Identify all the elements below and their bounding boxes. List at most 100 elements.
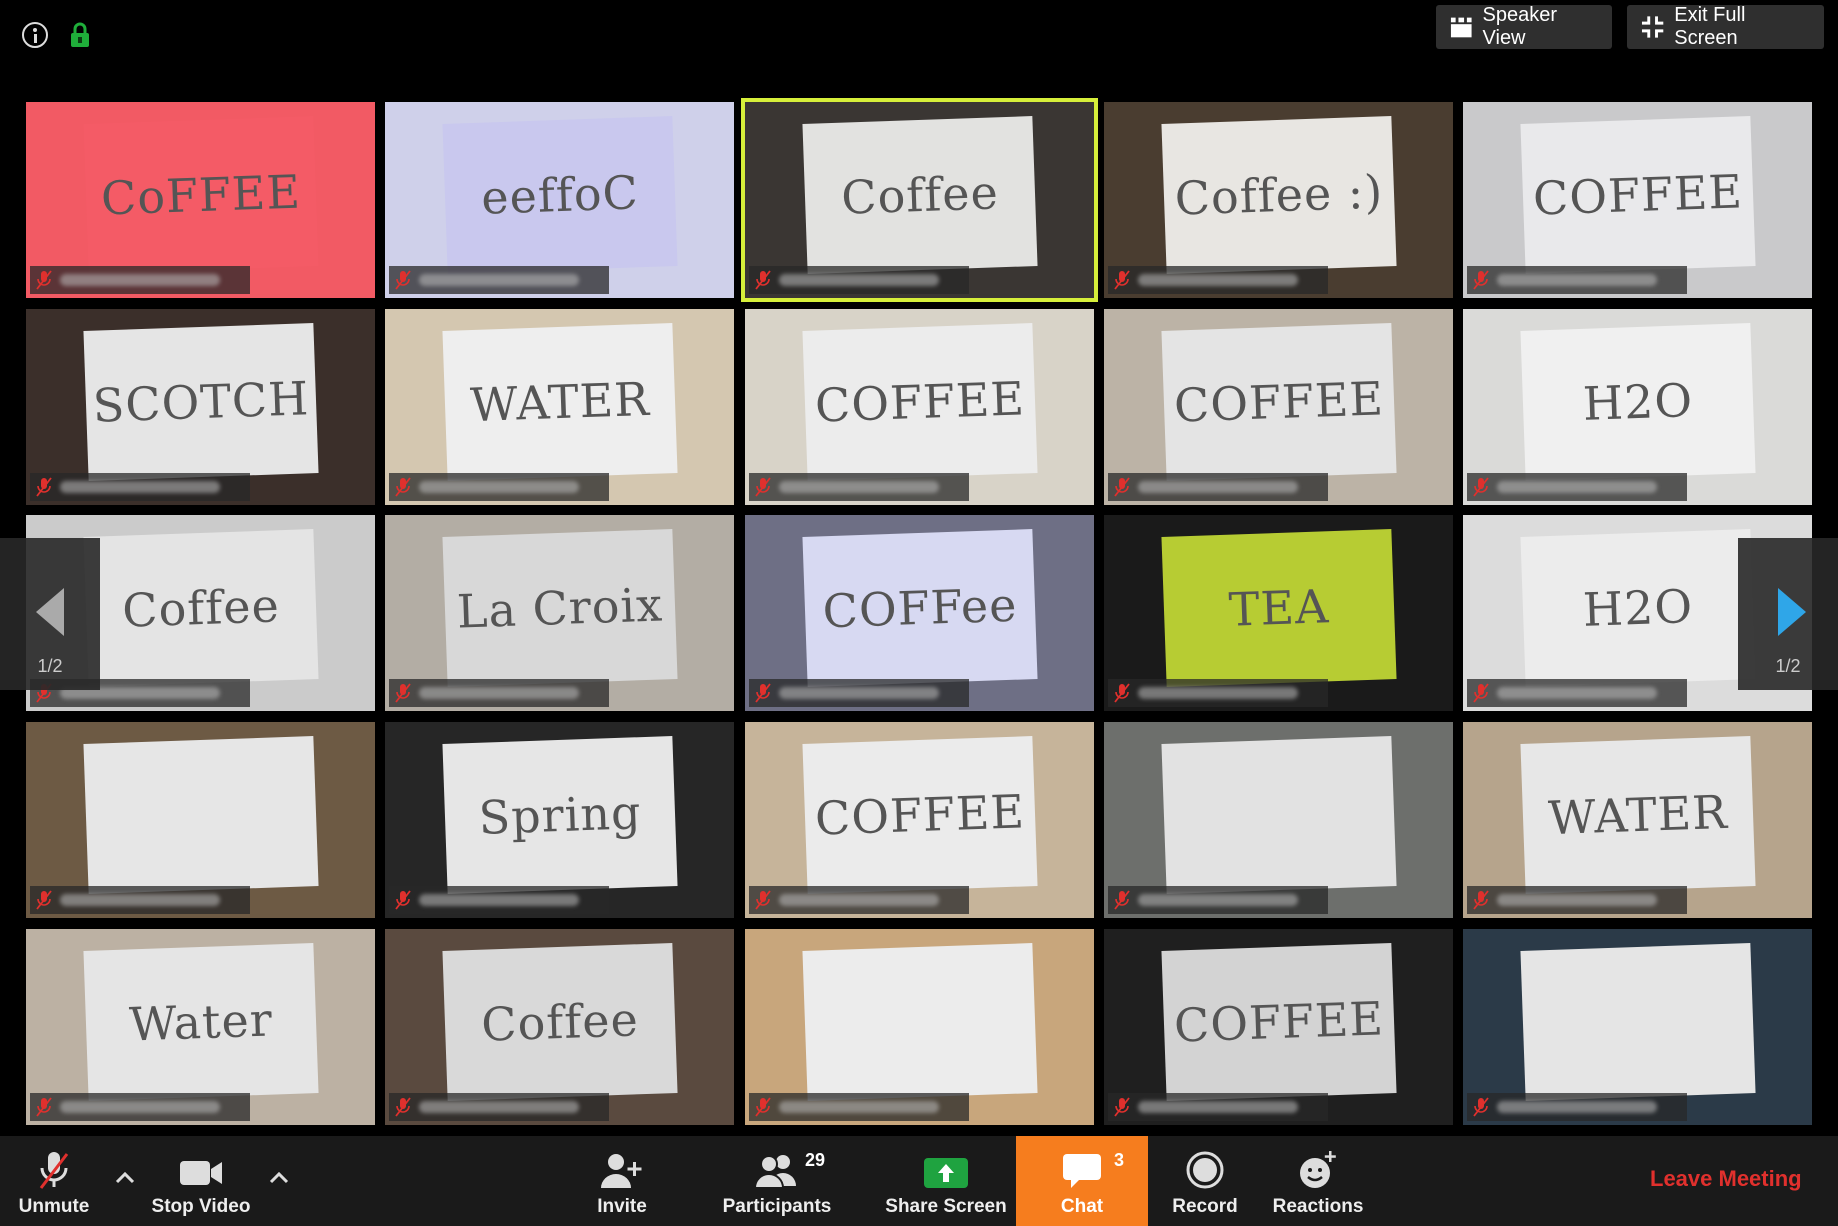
chevron-up-icon[interactable] (110, 1166, 140, 1190)
participant-video-tile[interactable]: COFFEE (745, 722, 1094, 918)
participant-video-tile[interactable] (26, 722, 375, 918)
sign-text: COFFEE (1173, 991, 1385, 1053)
participant-video-tile[interactable]: COFFEE (745, 309, 1094, 505)
blurred-participant-name (1497, 481, 1657, 493)
previous-page-button[interactable]: 1/2 (0, 538, 100, 690)
participant-video-tile[interactable]: COFFEE (1104, 929, 1453, 1125)
chat-button[interactable]: Chat (1016, 1136, 1148, 1226)
leave-meeting-button[interactable]: Leave Meeting (1650, 1166, 1802, 1200)
participant-video-tile[interactable] (1104, 722, 1453, 918)
participant-video-tile-active-speaker[interactable]: Coffee (741, 98, 1098, 302)
blurred-participant-name (779, 687, 939, 699)
participant-video-tile[interactable]: COFFEE (1104, 309, 1453, 505)
sign-text: La Croix (456, 577, 664, 639)
sign-text: COFFEE (814, 371, 1026, 433)
exit-full-screen-button[interactable]: Exit Full Screen (1627, 4, 1824, 49)
blurred-participant-name (419, 481, 579, 493)
participant-video-tile[interactable]: COFFee (745, 515, 1094, 711)
participant-name-tag (1467, 1093, 1687, 1121)
record-label: Record (1172, 1196, 1238, 1217)
mic-muted-icon (395, 477, 411, 497)
participant-name-tag (1108, 679, 1328, 707)
reactions-smiley-icon (1300, 1151, 1336, 1188)
invite-button[interactable]: Invite (582, 1136, 662, 1226)
held-up-sign: Water (83, 943, 319, 1101)
sign-text: H2O (1582, 579, 1694, 637)
held-up-sign (802, 943, 1038, 1101)
reactions-button[interactable]: Reactions (1266, 1136, 1370, 1226)
blurred-participant-name (1138, 1101, 1298, 1113)
participant-video-tile[interactable]: Coffee (385, 929, 734, 1125)
held-up-sign: Coffee (83, 529, 319, 687)
blurred-participant-name (779, 274, 939, 286)
sign-text: CoFFEE (100, 164, 302, 226)
sign-text: Coffee (121, 578, 281, 638)
sign-text: H2O (1582, 373, 1694, 431)
lock-icon[interactable] (70, 22, 90, 48)
sign-text: TEA (1227, 579, 1331, 637)
participant-video-tile[interactable]: SCOTCH (26, 309, 375, 505)
participant-video-tile[interactable]: CoFFEE (26, 102, 375, 298)
held-up-sign (1520, 943, 1756, 1101)
next-page-button[interactable]: 1/2 (1738, 538, 1838, 690)
held-up-sign: La Croix (442, 529, 678, 687)
blurred-participant-name (60, 274, 220, 286)
blurred-participant-name (419, 274, 579, 286)
held-up-sign (1161, 736, 1397, 894)
page-indicator-left: 1/2 (37, 656, 63, 676)
held-up-sign: Coffee :) (1161, 116, 1397, 274)
sign-text: WATER (469, 371, 651, 433)
share-screen-button[interactable]: Share Screen (885, 1136, 1007, 1226)
held-up-sign: COFFEE (1520, 116, 1756, 274)
sign-text: COFFee (821, 577, 1019, 639)
info-icon[interactable] (22, 22, 48, 48)
blurred-participant-name (1497, 687, 1657, 699)
participant-name-tag (1467, 886, 1687, 914)
participant-video-tile[interactable]: Coffee :) (1104, 102, 1453, 298)
chevron-left-icon (36, 588, 64, 636)
participant-name-tag (749, 473, 969, 501)
participant-name-tag (1108, 473, 1328, 501)
participant-video-tile[interactable]: COFFEE (1463, 102, 1812, 298)
speaker-view-label: Speaker View (1482, 4, 1558, 49)
add-user-icon (601, 1154, 642, 1188)
mic-muted-icon (1473, 890, 1489, 910)
participants-label: Participants (722, 1196, 832, 1217)
mic-muted-icon (755, 477, 771, 497)
mic-muted-icon (36, 1097, 52, 1117)
record-icon (1186, 1151, 1224, 1189)
chevron-up-icon[interactable] (264, 1166, 294, 1190)
record-button[interactable]: Record (1163, 1136, 1247, 1226)
participant-name-tag (389, 473, 609, 501)
unmute-button[interactable]: Unmute (8, 1136, 100, 1226)
participant-video-tile[interactable] (745, 929, 1094, 1125)
chat-label: Chat (1060, 1196, 1104, 1217)
participant-video-tile[interactable]: Spring (385, 722, 734, 918)
participant-video-tile[interactable] (1463, 929, 1812, 1125)
share-screen-label: Share Screen (885, 1196, 1007, 1217)
exit-full-screen-label: Exit Full Screen (1674, 4, 1746, 49)
participant-video-tile[interactable]: TEA (1104, 515, 1453, 711)
speaker-view-button[interactable]: Speaker View (1436, 4, 1612, 49)
held-up-sign: COFFEE (802, 323, 1038, 481)
blurred-participant-name (419, 687, 579, 699)
participant-video-tile[interactable]: WATER (1463, 722, 1812, 918)
mic-muted-icon (755, 683, 771, 703)
mic-muted-icon (36, 270, 52, 290)
participant-name-tag (30, 886, 250, 914)
participant-name-tag (30, 266, 250, 294)
held-up-sign: H2O (1520, 323, 1756, 481)
held-up-sign: COFFEE (802, 736, 1038, 894)
held-up-sign: Coffee (442, 943, 678, 1101)
participant-video-tile[interactable]: La Croix (385, 515, 734, 711)
participant-video-tile[interactable]: WATER (385, 309, 734, 505)
participant-video-tile[interactable]: H2O (1463, 309, 1812, 505)
reactions-label: Reactions (1272, 1196, 1364, 1217)
mic-muted-icon (1114, 270, 1130, 290)
stop-video-button[interactable]: Stop Video (146, 1136, 256, 1226)
mic-muted-icon (1473, 683, 1489, 703)
mic-muted-icon (1114, 683, 1130, 703)
participant-video-tile[interactable]: Water (26, 929, 375, 1125)
blurred-participant-name (1497, 274, 1657, 286)
participant-video-tile[interactable]: eeffoC (385, 102, 734, 298)
